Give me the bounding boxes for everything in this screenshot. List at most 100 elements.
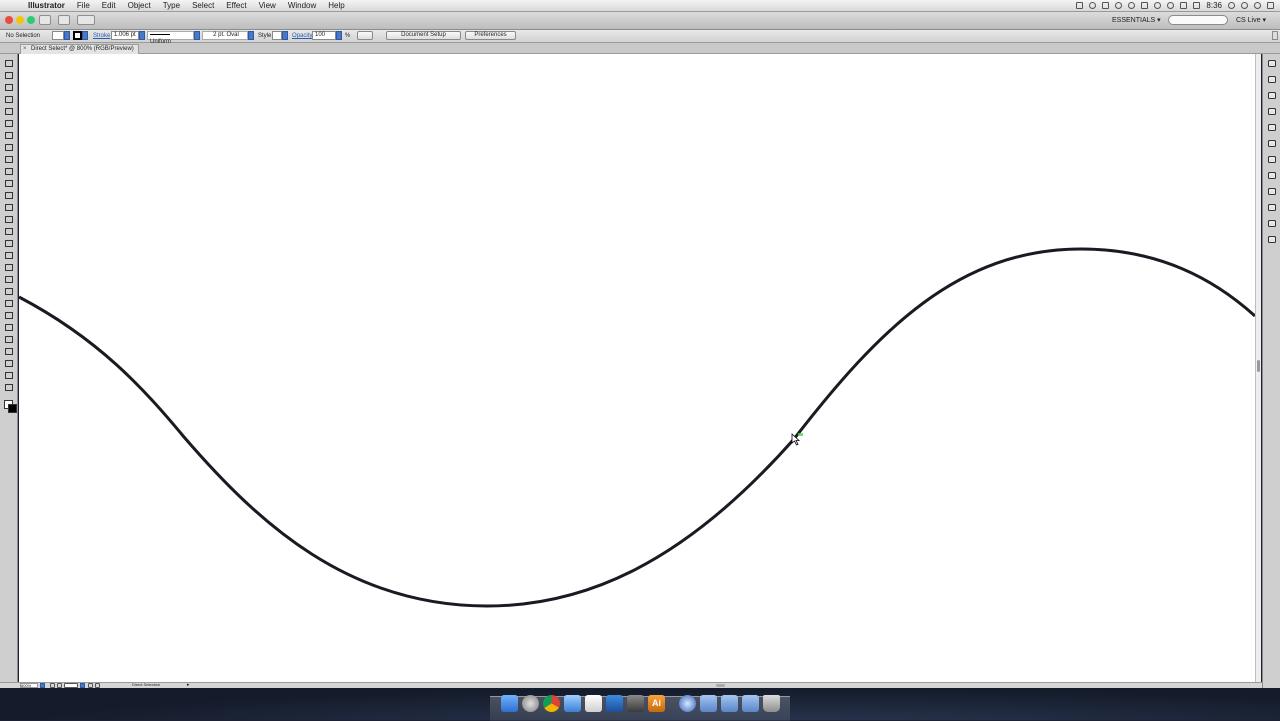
cloud-icon[interactable] (1128, 2, 1136, 9)
color-panel-icon[interactable] (1268, 60, 1276, 67)
applications-folder-dock-icon[interactable] (700, 695, 717, 712)
rotate-tool-icon[interactable] (5, 204, 13, 211)
opacity-field[interactable]: 100 (312, 31, 336, 40)
eyedropper-tool-icon[interactable] (5, 300, 13, 307)
menu-edit[interactable]: Edit (96, 0, 122, 11)
time-machine-icon[interactable] (1141, 2, 1149, 9)
document-setup-button[interactable]: Document Setup (386, 31, 461, 40)
arrange-documents-button[interactable] (58, 15, 70, 25)
vertical-scroll-thumb[interactable] (1257, 360, 1260, 372)
width-tool-icon[interactable] (5, 228, 13, 235)
creative-cloud-icon[interactable] (1102, 2, 1110, 9)
minimize-window-icon[interactable] (16, 16, 24, 24)
menu-file[interactable]: File (71, 0, 96, 11)
menu-effect[interactable]: Effect (220, 0, 252, 11)
chrome-dock-icon[interactable] (543, 695, 560, 712)
screenflow-dock-icon[interactable] (627, 695, 644, 712)
vertical-scrollbar[interactable] (1255, 54, 1261, 682)
spotlight-icon[interactable] (1254, 2, 1261, 9)
stroke-dropdown-icon[interactable] (82, 31, 88, 40)
lasso-tool-icon[interactable] (5, 96, 13, 103)
free-transform-tool-icon[interactable] (5, 240, 13, 247)
document-tab[interactable]: × Direct Select* @ 800% (RGB/Preview) (20, 44, 139, 54)
workspace-switcher[interactable]: ESSENTIALS ▾ (1112, 15, 1161, 26)
direct-selection-tool-icon[interactable] (5, 72, 13, 79)
slice-tool-icon[interactable] (5, 360, 13, 367)
symbols-panel-icon[interactable] (1268, 124, 1276, 131)
column-graph-tool-icon[interactable] (5, 336, 13, 343)
artboards-panel-icon[interactable] (1268, 236, 1276, 243)
screen-recorder-icon[interactable] (1076, 2, 1084, 9)
profile-dropdown-icon[interactable] (194, 31, 200, 40)
cs-live-button[interactable]: CS Live ▾ (1236, 15, 1266, 26)
menu-view[interactable]: View (253, 0, 282, 11)
layers-panel-icon[interactable] (1268, 220, 1276, 227)
graphic-style-swatch[interactable] (272, 31, 282, 40)
brush-dropdown-icon[interactable] (248, 31, 254, 40)
color-guide-panel-icon[interactable] (1268, 76, 1276, 83)
downloads-folder-dock-icon[interactable] (742, 695, 759, 712)
menu-app-name[interactable]: Illustrator (20, 0, 71, 11)
magic-wand-tool-icon[interactable] (5, 84, 13, 91)
opacity-label[interactable]: Opacity (292, 31, 312, 41)
control-panel-menu-icon[interactable] (1272, 31, 1278, 40)
search-input[interactable] (1168, 15, 1228, 25)
close-tab-icon[interactable]: × (23, 45, 27, 54)
preferences-button[interactable]: Preferences (465, 31, 516, 40)
variable-width-profile[interactable]: Uniform (147, 31, 194, 45)
perspective-grid-tool-icon[interactable] (5, 264, 13, 271)
menu-select[interactable]: Select (186, 0, 220, 11)
blob-brush-tool-icon[interactable] (5, 180, 13, 187)
style-dropdown-icon[interactable] (282, 31, 288, 40)
illustrator-dock-icon[interactable]: Ai (648, 695, 665, 712)
scale-tool-icon[interactable] (5, 216, 13, 223)
notification-center-icon[interactable] (1267, 2, 1274, 9)
stroke-panel-icon[interactable] (1268, 140, 1276, 147)
mesh-tool-icon[interactable] (5, 276, 13, 283)
close-window-icon[interactable] (5, 16, 13, 24)
finder-dock-icon[interactable] (501, 695, 518, 712)
fill-dropdown-icon[interactable] (64, 31, 70, 40)
shape-builder-tool-icon[interactable] (5, 252, 13, 259)
preview-dock-icon[interactable] (564, 695, 581, 712)
graphic-styles-panel-icon[interactable] (1268, 204, 1276, 211)
volume-icon[interactable] (1180, 2, 1188, 9)
photoshop-dock-icon[interactable] (606, 695, 623, 712)
zoom-tool-icon[interactable] (5, 384, 13, 391)
text-editor-dock-icon[interactable] (585, 695, 602, 712)
artboard-tool-icon[interactable] (5, 348, 13, 355)
dropbox-icon[interactable] (1115, 2, 1123, 9)
gradient-panel-icon[interactable] (1268, 156, 1276, 163)
stroke-weight-field[interactable]: 1.006 pt (111, 31, 139, 40)
selection-tool-icon[interactable] (5, 60, 13, 67)
gradient-tool-icon[interactable] (5, 288, 13, 295)
documents-folder-dock-icon[interactable] (721, 695, 738, 712)
menu-window[interactable]: Window (282, 0, 322, 11)
user-icon[interactable] (1228, 2, 1235, 9)
stroke-swatch[interactable] (73, 31, 82, 40)
launchpad-dock-icon[interactable] (522, 695, 539, 712)
menu-object[interactable]: Object (122, 0, 157, 11)
wave-path[interactable] (18, 247, 1257, 608)
brushes-panel-icon[interactable] (1268, 108, 1276, 115)
pencil-tool-icon[interactable] (5, 168, 13, 175)
wifi-icon[interactable] (1167, 2, 1175, 9)
eraser-tool-icon[interactable] (5, 192, 13, 199)
menu-help[interactable]: Help (322, 0, 350, 11)
fill-swatch[interactable] (52, 31, 64, 40)
swatches-panel-icon[interactable] (1268, 92, 1276, 99)
sync-icon[interactable] (1241, 2, 1248, 9)
stroke-label[interactable]: Stroke (93, 31, 110, 41)
document-setup-menu-button[interactable] (357, 31, 373, 40)
pen-tool-icon[interactable] (5, 108, 13, 115)
artboard-canvas[interactable] (18, 54, 1257, 682)
appearance-panel-icon[interactable] (1268, 188, 1276, 195)
blend-tool-icon[interactable] (5, 312, 13, 319)
symbol-sprayer-tool-icon[interactable] (5, 324, 13, 331)
transparency-panel-icon[interactable] (1268, 172, 1276, 179)
menu-type[interactable]: Type (157, 0, 186, 11)
horizontal-scroll-thumb[interactable] (716, 684, 725, 687)
bluetooth-icon[interactable] (1154, 2, 1162, 9)
status-icon[interactable] (1089, 2, 1097, 9)
menu-clock[interactable]: 8:36 (1206, 1, 1222, 10)
